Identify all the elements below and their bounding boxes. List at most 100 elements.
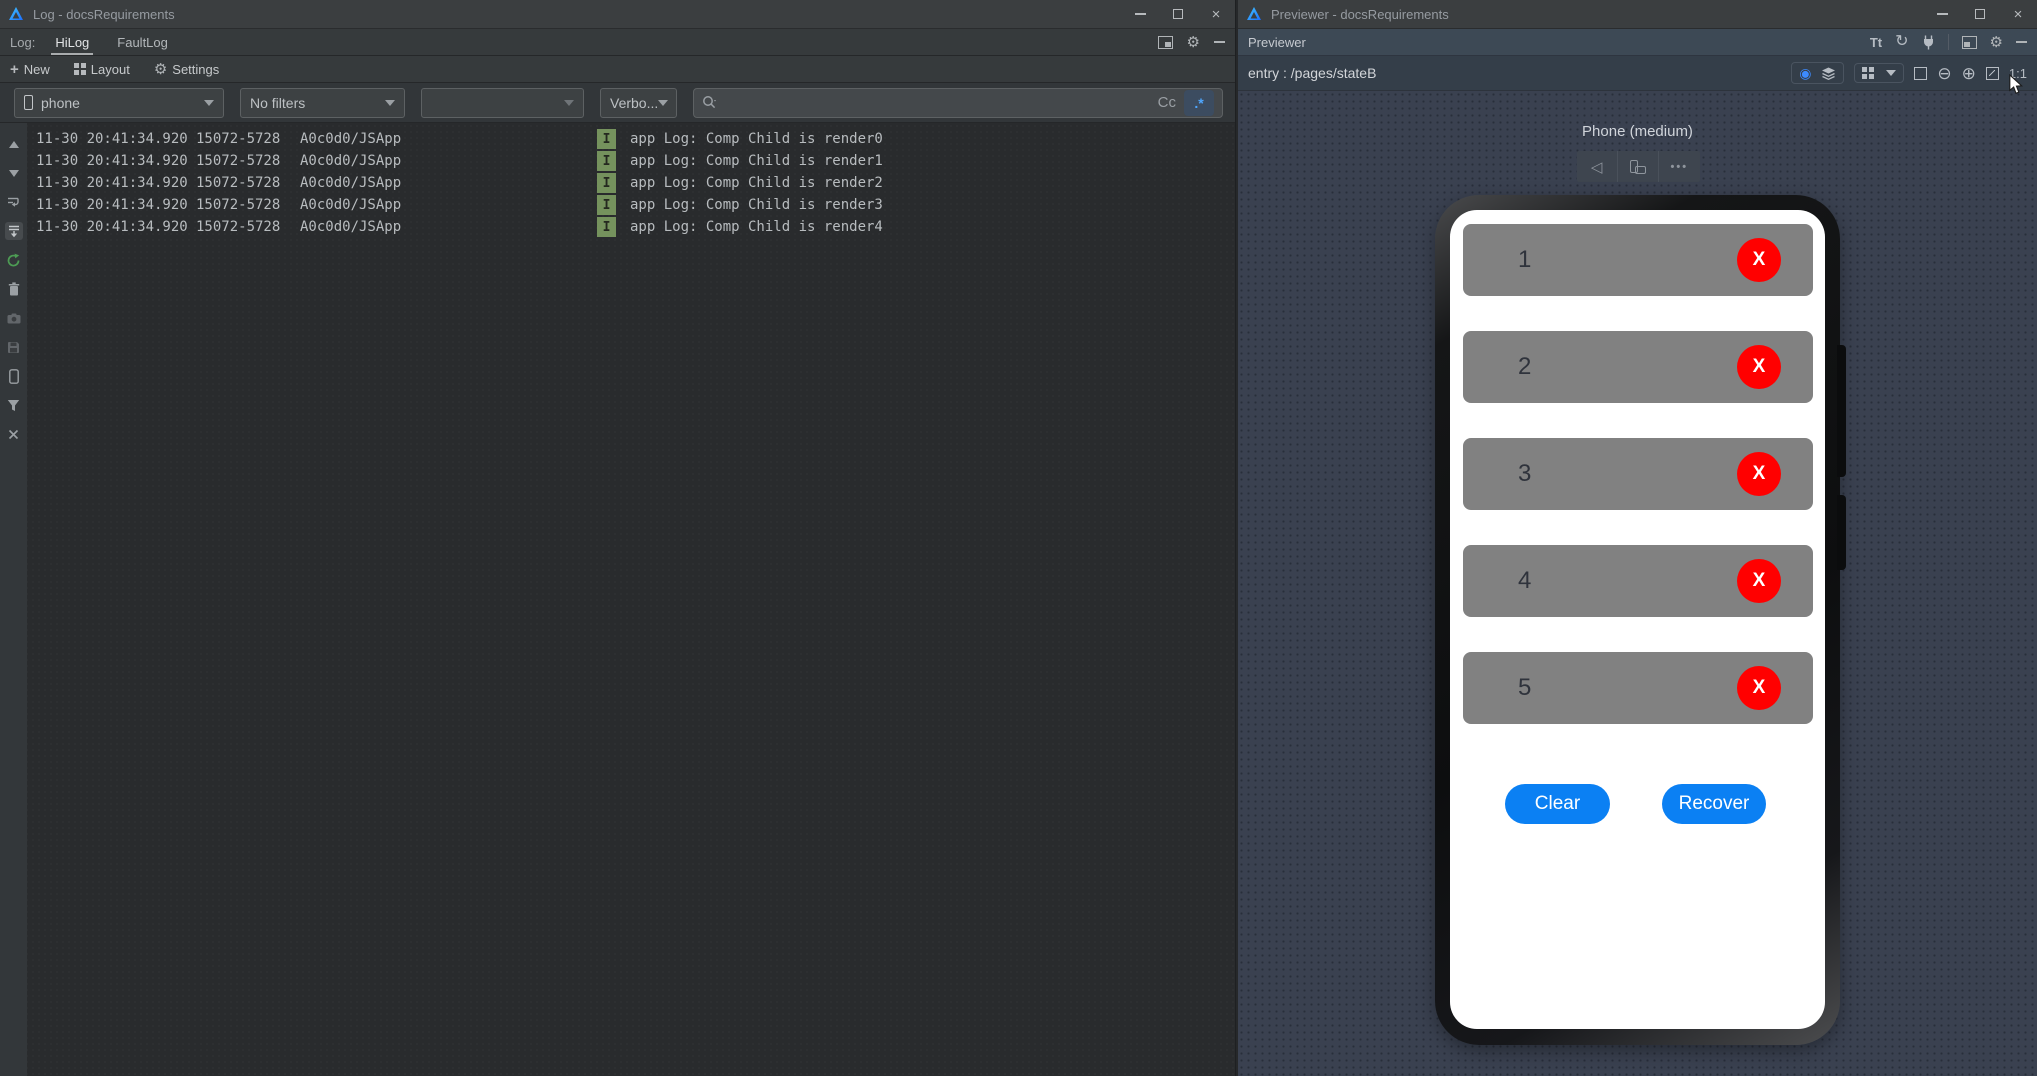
log-pid: 15072-5728: [196, 175, 281, 191]
zoom-in-icon[interactable]: ⊕: [1962, 65, 1976, 82]
window-title: Log - docsRequirements: [33, 6, 175, 22]
list-item[interactable]: 4 X: [1463, 545, 1813, 617]
log-row[interactable]: 11-30 20:41:34.920 15072-5728 A0c0d0/JSA…: [36, 150, 883, 172]
regex-toggle[interactable]: .*: [1184, 89, 1214, 116]
zoom-out-icon[interactable]: ⊖: [1937, 65, 1951, 82]
layout-button[interactable]: Layout: [73, 62, 130, 77]
inspector-icon[interactable]: ◉: [1799, 66, 1811, 80]
log-pid: 15072-5728: [196, 219, 281, 235]
filter-funnel-icon[interactable]: [5, 396, 23, 414]
clear-button[interactable]: Clear: [1505, 784, 1610, 824]
maximize-button[interactable]: [1961, 0, 1999, 28]
hide-panel-icon[interactable]: [1214, 41, 1225, 43]
close-panel-icon[interactable]: [5, 425, 23, 443]
log-message: app Log: Comp Child is render0: [630, 131, 883, 147]
log-row[interactable]: 11-30 20:41:34.920 15072-5728 A0c0d0/JSA…: [36, 216, 883, 238]
device-log-phone-icon[interactable]: [5, 367, 23, 385]
log-row[interactable]: 11-30 20:41:34.920 15072-5728 A0c0d0/JSA…: [36, 128, 883, 150]
inspect-group: ◉: [1791, 62, 1845, 84]
plug-connector-icon[interactable]: [1922, 35, 1935, 50]
log-level-badge: I: [597, 173, 616, 193]
log-output-area: 11-30 20:41:34.920 15072-5728 A0c0d0/JSA…: [0, 123, 1235, 1076]
rotate-device-button[interactable]: [1618, 151, 1660, 182]
soft-wrap-icon[interactable]: [5, 193, 23, 211]
log-tag: A0c0d0/JSApp: [300, 197, 402, 213]
new-button[interactable]: + New: [10, 61, 50, 78]
close-button[interactable]: ×: [1999, 0, 2037, 28]
delete-item-button[interactable]: X: [1737, 666, 1781, 710]
item-number: 4: [1518, 567, 1532, 594]
delete-item-button[interactable]: X: [1737, 238, 1781, 282]
log-pid: 15072-5728: [196, 153, 281, 169]
device-model-label: Phone (medium): [1582, 123, 1693, 140]
tab-hilog[interactable]: HiLog: [51, 29, 94, 55]
minimize-button[interactable]: [1121, 0, 1159, 28]
hide-panel-icon[interactable]: [2016, 41, 2027, 43]
chevron-down-icon: [658, 99, 669, 106]
item-number: 5: [1518, 674, 1532, 701]
ellipsis-icon: •••: [1670, 160, 1689, 173]
log-titlebar: Log - docsRequirements ×: [0, 0, 1235, 29]
close-button[interactable]: ×: [1197, 0, 1235, 28]
gear-icon[interactable]: ⚙: [1187, 35, 1200, 50]
log-gutter-toolbar: [0, 123, 27, 1076]
scroll-up-icon[interactable]: [5, 135, 23, 153]
deveco-logo-icon: [9, 7, 23, 20]
previewer-tab-label[interactable]: Previewer: [1248, 35, 1306, 50]
search-input[interactable]: [723, 94, 1158, 111]
log-tag: A0c0d0/JSApp: [300, 131, 402, 147]
process-select[interactable]: [421, 87, 584, 118]
log-level-badge: I: [597, 151, 616, 171]
divider: [1947, 34, 1949, 50]
list-item[interactable]: 1 X: [1463, 224, 1813, 296]
filter-select[interactable]: No filters: [240, 87, 405, 118]
tabbar-tools: ⚙: [1157, 35, 1235, 50]
toggle-panel-icon[interactable]: [1961, 35, 1977, 49]
log-prefix-label: Log:: [10, 34, 36, 50]
previewer-tabbar: Previewer Tt ↻ ⚙: [1238, 29, 2037, 56]
list-item[interactable]: 5 X: [1463, 652, 1813, 724]
device-toolbar: ◁ •••: [1576, 151, 1700, 182]
font-size-icon[interactable]: Tt: [1870, 35, 1882, 50]
clear-log-trash-icon[interactable]: [5, 280, 23, 298]
log-rows: 11-30 20:41:34.920 15072-5728 A0c0d0/JSA…: [36, 128, 883, 238]
scroll-down-icon[interactable]: [5, 164, 23, 182]
maximize-button[interactable]: [1159, 0, 1197, 28]
page-frame-icon[interactable]: [1914, 66, 1928, 80]
chevron-down-icon: [204, 99, 214, 106]
save-log-icon: [5, 338, 23, 356]
delete-item-button[interactable]: X: [1737, 452, 1781, 496]
delete-item-button[interactable]: X: [1737, 345, 1781, 389]
toggle-panel-icon[interactable]: [1157, 35, 1173, 49]
match-case-toggle[interactable]: Cc: [1158, 94, 1176, 111]
more-options-button[interactable]: •••: [1659, 151, 1699, 182]
gear-icon[interactable]: ⚙: [1990, 35, 2003, 50]
log-tag: A0c0d0/JSApp: [300, 175, 402, 191]
list-item[interactable]: 2 X: [1463, 331, 1813, 403]
scroll-to-end-icon[interactable]: [4, 222, 23, 240]
device-select[interactable]: phone: [14, 87, 224, 118]
log-row[interactable]: 11-30 20:41:34.920 15072-5728 A0c0d0/JSA…: [36, 194, 883, 216]
previewer-controls: ◉ ⊖ ⊕ 1:1: [1791, 62, 2027, 84]
log-row[interactable]: 11-30 20:41:34.920 15072-5728 A0c0d0/JSA…: [36, 172, 883, 194]
search-box: Cc .*: [693, 87, 1223, 118]
previewer-window: Previewer - docsRequirements × Previewer…: [1238, 0, 2037, 1076]
back-icon: ◁: [1590, 158, 1603, 176]
grid-view-icon[interactable]: [1862, 67, 1875, 79]
minimize-button[interactable]: [1923, 0, 1961, 28]
recover-button[interactable]: Recover: [1662, 784, 1766, 824]
layers-icon[interactable]: [1821, 67, 1836, 80]
delete-item-button[interactable]: X: [1737, 559, 1781, 603]
chevron-down-icon[interactable]: [1886, 70, 1897, 76]
level-select[interactable]: Verbo...: [600, 87, 677, 118]
tab-faultlog[interactable]: FaultLog: [113, 29, 172, 55]
log-time: 11-30 20:41:34.920: [36, 175, 188, 191]
list-item[interactable]: 3 X: [1463, 438, 1813, 510]
refresh-icon[interactable]: ↻: [1895, 34, 1908, 50]
restart-session-icon[interactable]: [5, 251, 23, 269]
back-button[interactable]: ◁: [1577, 151, 1618, 182]
fit-to-screen-icon[interactable]: [1985, 66, 1999, 80]
entry-path-label: entry : /pages/stateB: [1248, 65, 1377, 81]
phone-screen: 1 X 2 X 3 X 4 X 5 X Clear Recover: [1450, 210, 1825, 1029]
settings-button[interactable]: ⚙ Settings: [154, 62, 219, 77]
